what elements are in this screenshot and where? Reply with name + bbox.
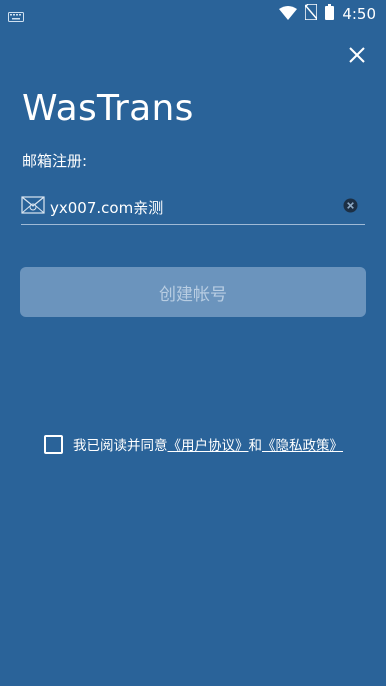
no-sim-icon xyxy=(304,3,319,24)
clear-circle-icon[interactable] xyxy=(343,198,358,213)
user-agreement-link[interactable]: 《用户协议》 xyxy=(168,434,249,454)
battery-icon xyxy=(325,4,335,24)
register-subtitle: 邮箱注册: xyxy=(22,152,88,170)
agreement-prefix: 我已阅读并同意 xyxy=(73,438,168,454)
close-button[interactable] xyxy=(344,42,370,68)
email-input[interactable] xyxy=(50,193,335,221)
create-account-button[interactable]: 创建帐号 xyxy=(20,267,366,317)
keyboard-icon xyxy=(8,7,24,26)
status-bar: 4:50 xyxy=(0,0,386,26)
agree-checkbox[interactable] xyxy=(44,434,63,454)
close-icon xyxy=(349,47,365,63)
wifi-icon xyxy=(279,5,298,24)
app-title: WasTrans xyxy=(22,88,194,129)
mail-icon xyxy=(21,196,45,214)
email-field[interactable] xyxy=(21,193,365,225)
privacy-policy-link[interactable]: 《隐私政策》 xyxy=(262,434,343,454)
status-time: 4:50 xyxy=(342,5,376,23)
agreement-row: 我已阅读并同意 《用户协议》 和 《隐私政策》 xyxy=(44,434,343,454)
agreement-connector: 和 xyxy=(248,438,263,454)
